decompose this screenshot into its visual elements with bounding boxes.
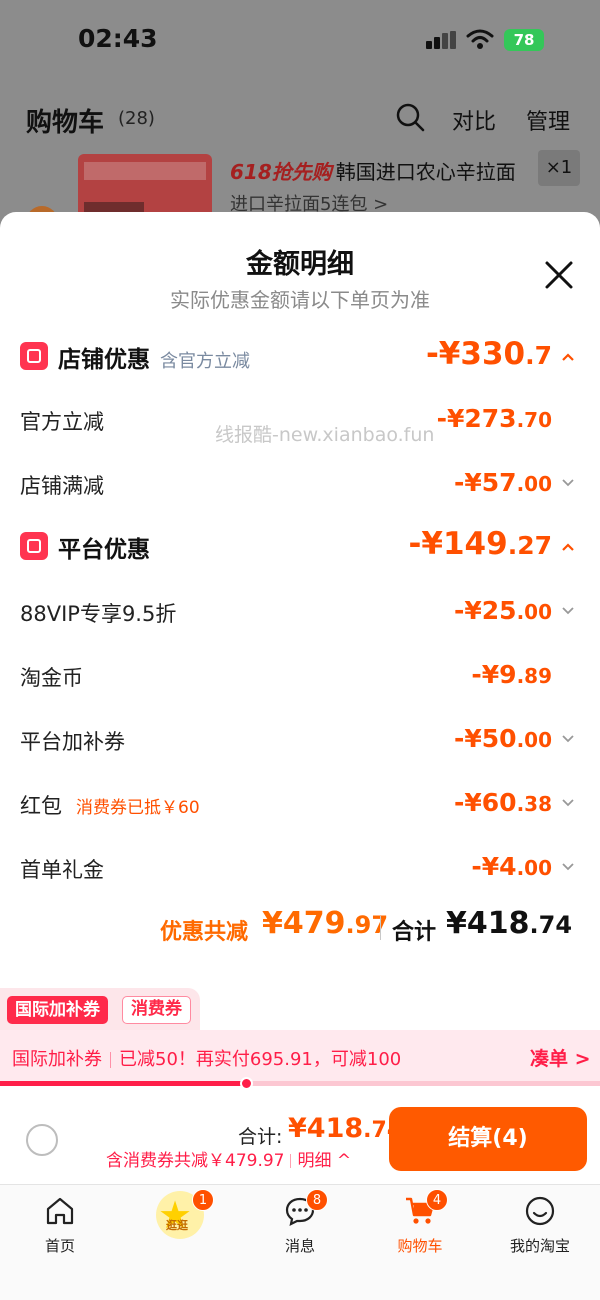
discount-row[interactable]: 平台加补券 -¥50.00 xyxy=(0,720,600,760)
divider xyxy=(380,916,381,940)
cart-count: (28) xyxy=(118,108,155,129)
notification-badge: 4 xyxy=(426,1189,448,1211)
checkout-savings: 含消费券共减￥479.97 明细 ^ xyxy=(106,1151,352,1171)
row-label: 平台加补券 xyxy=(20,730,125,754)
discount-row[interactable]: 88VIP专享9.5折 -¥25.00 xyxy=(0,592,600,632)
platform-discount-section[interactable]: 平台优惠 -¥149.27 xyxy=(0,526,600,570)
sheet-title: 金额明细 xyxy=(246,249,354,280)
store-discount-amount: -¥330.7 xyxy=(425,336,552,372)
compare-button[interactable]: 对比 xyxy=(452,104,496,136)
detail-toggle[interactable]: 明细 ^ xyxy=(297,1151,351,1171)
checkout-button[interactable]: 结算(4) xyxy=(389,1107,587,1171)
discount-row[interactable]: 首单礼金 -¥4.00 xyxy=(0,848,600,888)
product-name: 618抢先购 韩国进口农心辛拉面 xyxy=(230,160,516,184)
tab-label: 我的淘宝 xyxy=(509,1237,570,1255)
total-discount-label: 优惠共减 xyxy=(160,920,249,945)
chevron-down-icon[interactable] xyxy=(561,862,575,872)
chevron-down-icon[interactable] xyxy=(561,798,575,808)
coupon-message: 国际加补券 已减50！再实付695.91，可减100 xyxy=(12,1049,402,1070)
promo-label: 618抢先购 xyxy=(230,160,332,184)
select-all-checkbox[interactable] xyxy=(26,1124,58,1156)
row-label: 店铺满减 xyxy=(20,474,104,498)
row-label: 首单礼金 xyxy=(20,858,104,882)
cart-title: 购物车 xyxy=(26,108,105,138)
add-items-link[interactable]: 凑单 > xyxy=(530,1044,591,1071)
wifi-icon xyxy=(466,29,494,49)
tab-home[interactable]: 首页 xyxy=(0,1191,120,1261)
platform-discount-amount: -¥149.27 xyxy=(408,526,552,562)
bottom-tab-bar: 首页 ★ 逛逛 1 8 消息 4 购物车 我的淘宝 xyxy=(0,1184,600,1300)
row-label: 88VIP专享9.5折 xyxy=(20,602,177,626)
chevron-down-icon[interactable] xyxy=(561,478,575,488)
row-amount: -¥50.00 xyxy=(454,724,552,753)
row-note: 消费券已抵￥60 xyxy=(76,798,200,818)
row-amount: -¥273.70 xyxy=(436,404,552,433)
row-label: 红包 xyxy=(20,794,62,818)
row-amount: -¥60.38 xyxy=(454,788,552,817)
chevron-down-icon[interactable] xyxy=(561,734,575,744)
intl-coupon-tag: 国际加补券 xyxy=(7,996,108,1024)
checkout-total-amount: ¥418.74 xyxy=(288,1113,403,1144)
tab-label: 消息 xyxy=(284,1237,315,1255)
row-amount: -¥25.00 xyxy=(454,596,552,625)
cart-page-background: 02:43 78 购物车 (28) 对比 管理 618抢先购 韩国进口农心辛拉面 … xyxy=(0,0,600,240)
cellular-signal-icon xyxy=(426,31,458,49)
discount-row: 官方立减 -¥273.70 xyxy=(0,400,600,440)
store-icon xyxy=(20,342,48,370)
manage-button[interactable]: 管理 xyxy=(526,104,570,136)
checkout-bar: 合计: ¥418.74 含消费券共减￥479.97 明细 ^ 结算(4) xyxy=(0,1092,600,1184)
quantity-badge[interactable]: ×1 xyxy=(538,150,580,186)
row-amount: -¥57.00 xyxy=(454,468,552,497)
row-amount: -¥9.89 xyxy=(471,660,552,689)
tab-messages[interactable]: 8 消息 xyxy=(240,1189,360,1261)
tab-profile[interactable]: 我的淘宝 xyxy=(480,1191,600,1261)
total-label: 合计 xyxy=(392,920,437,945)
platform-icon xyxy=(20,532,48,560)
home-icon xyxy=(46,1197,74,1225)
tab-label: 购物车 xyxy=(397,1237,443,1255)
chevron-down-icon[interactable] xyxy=(561,606,575,616)
close-icon[interactable] xyxy=(542,258,576,292)
section-sublabel: 含官方立减 xyxy=(160,351,250,372)
notification-badge: 8 xyxy=(306,1189,328,1211)
tab-label: 首页 xyxy=(44,1237,75,1255)
search-icon[interactable] xyxy=(395,102,425,132)
tab-discover[interactable]: ★ 逛逛 1 xyxy=(120,1189,240,1261)
total-discount-amount: ¥479.97 xyxy=(262,906,389,941)
status-time: 02:43 xyxy=(78,24,158,53)
status-bar: 02:43 78 xyxy=(0,0,600,80)
notification-badge: 1 xyxy=(192,1189,214,1211)
row-label: 官方立减 xyxy=(20,410,104,434)
store-discount-section[interactable]: 店铺优惠 含官方立减 -¥330.7 xyxy=(0,336,600,380)
checkout-total-label: 合计: xyxy=(238,1126,283,1148)
coupon-progress-bar[interactable]: 国际加补券 已减50！再实付695.91，可减100 凑单 > xyxy=(0,1030,600,1090)
cart-header: 购物车 (28) 对比 管理 xyxy=(0,96,600,142)
row-label: 淘金币 xyxy=(20,666,83,690)
sheet-subtitle: 实际优惠金额请以下单页为准 xyxy=(170,288,430,312)
chevron-up-icon[interactable] xyxy=(561,352,575,362)
section-label: 平台优惠 xyxy=(58,537,150,563)
tab-cart[interactable]: 4 购物车 xyxy=(360,1189,480,1261)
row-amount: -¥4.00 xyxy=(471,852,552,881)
progress-fill xyxy=(0,1081,246,1086)
section-label: 店铺优惠 xyxy=(58,347,150,373)
total-amount: ¥418.74 xyxy=(446,906,573,941)
promo-tags: 国际加补券 消费券 xyxy=(0,988,600,1030)
consumption-coupon-tag: 消费券 xyxy=(122,996,191,1024)
chevron-up-icon[interactable] xyxy=(561,542,575,552)
discount-row[interactable]: 店铺满减 -¥57.00 xyxy=(0,464,600,504)
discount-row: 淘金币 -¥9.89 xyxy=(0,656,600,696)
discount-row[interactable]: 红包 消费券已抵￥60 -¥60.38 xyxy=(0,784,600,824)
progress-knob xyxy=(240,1077,253,1090)
battery-indicator: 78 xyxy=(504,29,544,51)
profile-icon xyxy=(525,1196,555,1226)
totals-summary: 优惠共减 ¥479.97 合计 ¥418.74 xyxy=(0,906,600,950)
